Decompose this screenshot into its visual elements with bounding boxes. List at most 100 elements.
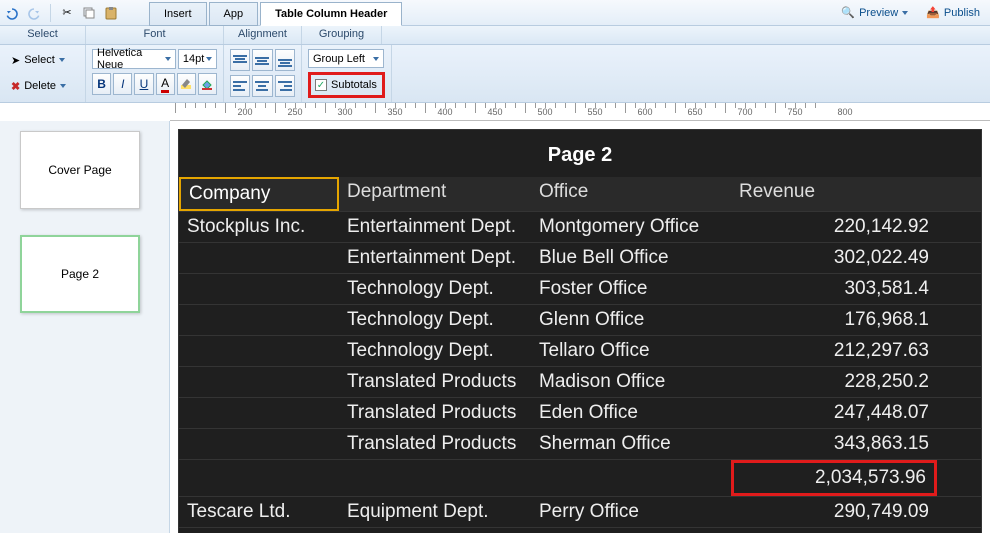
chevron-down-icon [59,58,65,62]
subtotal-row: 2,034,573.96 [179,459,981,496]
col-header-revenue[interactable]: Revenue [731,177,937,211]
ruler-label: 500 [537,107,552,117]
font-size-select[interactable]: 14pt [178,49,217,69]
cell-department: Technology Dept. [339,274,531,304]
font-family-select[interactable]: Helvetica Neue [92,49,176,69]
paste-icon[interactable] [103,5,119,21]
cell-company [179,336,339,366]
delete-button[interactable]: ✖ Delete [6,75,79,97]
select-button[interactable]: ➤ Select [6,49,79,71]
delete-icon: ✖ [11,80,20,93]
align-bottom-button[interactable] [275,49,295,71]
cell-office: Madison Office [531,367,731,397]
cell-office: Tellaro Office [531,336,731,366]
col-header-office[interactable]: Office [531,177,731,211]
group-header-select: Select [0,26,86,44]
font-color-button[interactable]: A [156,73,175,95]
cell-company [179,429,339,459]
table-row: Technology Dept.Glenn Office176,968.1 [179,304,981,335]
table-row: Technology Dept.Foster Office303,581.4 [179,273,981,304]
cell-department: Equipment Dept. [339,497,531,527]
cell-revenue: 212,297.63 [731,336,937,366]
underline-button[interactable]: U [134,73,153,95]
group-header-grouping: Grouping [302,26,382,44]
col-header-company[interactable]: Company [179,177,339,211]
ruler-label: 350 [387,107,402,117]
undo-icon[interactable] [4,5,20,21]
cursor-icon: ➤ [11,54,20,67]
ruler-label: 700 [737,107,752,117]
cell-company: Tescare Ltd. [179,497,339,527]
fill-color-button[interactable] [198,73,217,95]
tab-app[interactable]: App [209,2,259,26]
cell-department: Translated Products [339,367,531,397]
chevron-down-icon [60,84,66,88]
publish-label: Publish [944,7,980,19]
group-header-font: Font [86,26,224,44]
table-row: Technology Dept.Tellaro Office212,297.63 [179,335,981,366]
redo-icon[interactable] [26,5,42,21]
col-header-department[interactable]: Department [339,177,531,211]
align-left-button[interactable] [230,75,250,97]
subtotals-checkbox[interactable]: ✓ [315,79,327,91]
cut-icon[interactable]: ✂ [59,5,75,21]
cell-department: Translated Products [339,429,531,459]
align-right-button[interactable] [275,75,295,97]
ruler-label: 600 [637,107,652,117]
subtotal-value: 2,034,573.96 [731,460,937,496]
chevron-down-icon [902,11,908,15]
cell-company [179,398,339,428]
cell-revenue: 343,863.15 [731,429,937,459]
bold-button[interactable]: B [92,73,111,95]
cell-company [179,274,339,304]
cell-office: Glenn Office [531,305,731,335]
group-mode-value: Group Left [313,53,365,65]
cell-department: Entertainment Dept. [339,212,531,242]
ruler-label: 200 [237,107,252,117]
thumb-cover-page[interactable]: Cover Page [20,131,140,209]
page-title: Page 2 [179,130,981,177]
table-row: Translated ProductsSherman Office343,863… [179,428,981,459]
ruler-label: 750 [787,107,802,117]
subtotals-label: Subtotals [331,79,377,91]
preview-button[interactable]: 🔍 Preview [835,4,914,21]
publish-button[interactable]: 📤 Publish [920,4,986,21]
group-header-alignment: Alignment [224,26,302,44]
cell-department: Translated Products [339,398,531,428]
ruler-label: 450 [487,107,502,117]
cell-office: Perry Office [531,497,731,527]
ruler-label: 300 [337,107,352,117]
cell-revenue: 176,968.1 [731,305,937,335]
tab-table-column-header[interactable]: Table Column Header [260,2,402,26]
cell-revenue: 290,749.09 [731,497,937,527]
align-top-button[interactable] [230,49,250,71]
subtotal-row: 2,016,937.92 [179,527,981,533]
group-mode-select[interactable]: Group Left [308,49,384,68]
align-middle-button[interactable] [252,49,272,71]
cell-revenue: 302,022.49 [731,243,937,273]
cell-company: Stockplus Inc. [179,212,339,242]
delete-label: Delete [24,80,56,92]
highlight-button[interactable] [177,73,196,95]
cell-office: Eden Office [531,398,731,428]
cell-office: Sherman Office [531,429,731,459]
cell-company [179,305,339,335]
thumb-page-2[interactable]: Page 2 [20,235,140,313]
cell-revenue: 220,142.92 [731,212,937,242]
cell-department: Entertainment Dept. [339,243,531,273]
font-size-value: 14pt [183,53,204,65]
cell-department: Technology Dept. [339,336,531,366]
ruler-label: 800 [837,107,852,117]
ruler-label: 650 [687,107,702,117]
copy-icon[interactable] [81,5,97,21]
cell-department: Technology Dept. [339,305,531,335]
align-center-button[interactable] [252,75,272,97]
ruler-label: 250 [287,107,302,117]
table-row: Translated ProductsMadison Office228,250… [179,366,981,397]
tab-insert[interactable]: Insert [149,2,207,26]
cell-revenue: 228,250.2 [731,367,937,397]
page-thumbnails: Cover Page Page 2 [0,121,170,533]
cell-office: Montgomery Office [531,212,731,242]
horizontal-ruler: 200250300350400450500550600650700750800 [170,103,990,121]
italic-button[interactable]: I [113,73,132,95]
